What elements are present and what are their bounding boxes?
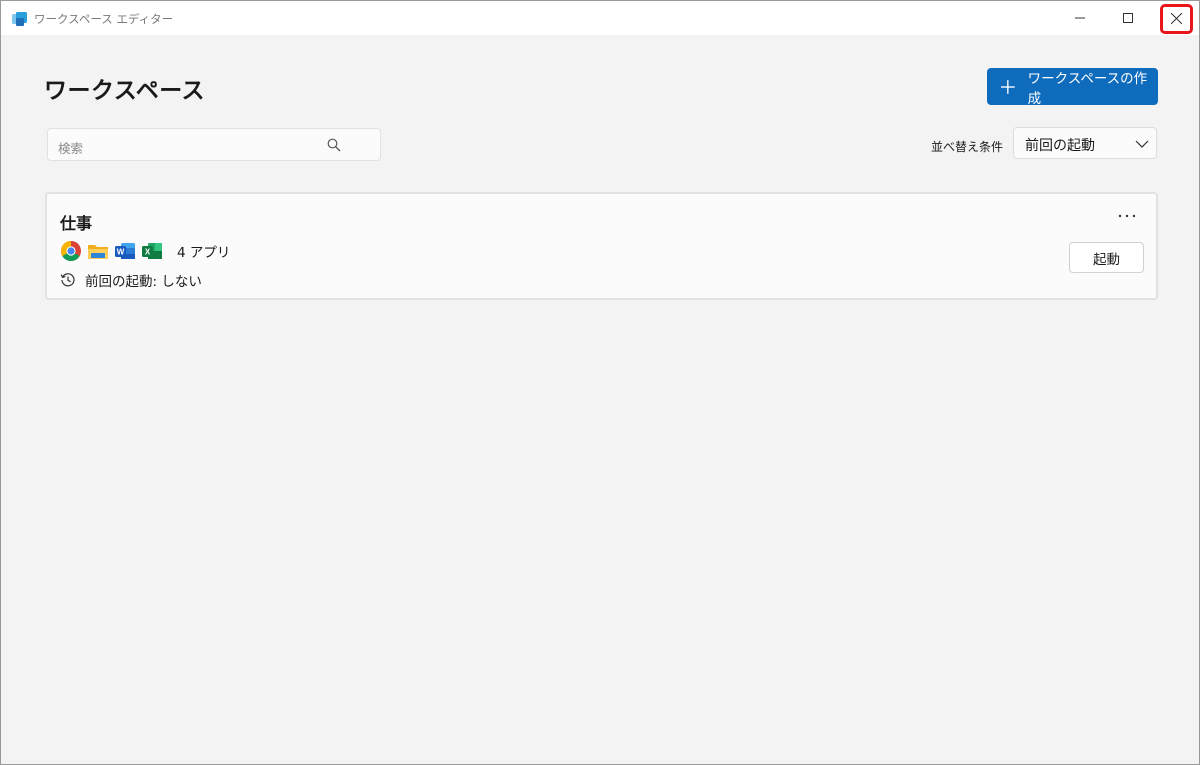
plus-icon bbox=[1000, 79, 1015, 94]
title-bar[interactable]: ワークスペース エディター bbox=[1, 1, 1199, 35]
maximize-icon bbox=[1123, 13, 1133, 23]
last-launched-text: 前回の起動: しない bbox=[85, 274, 202, 290]
last-launched: 前回の起動: しない bbox=[60, 270, 202, 290]
word-icon: W bbox=[115, 243, 135, 259]
sort-selected-value: 前回の起動 bbox=[1025, 138, 1095, 154]
window-title: ワークスペース エディター bbox=[34, 12, 174, 26]
minimize-icon bbox=[1075, 17, 1085, 19]
app-window: ワークスペース エディター ワークスペース ワークスペースの作成 検索 並べ替え… bbox=[0, 0, 1200, 765]
maximize-button[interactable] bbox=[1105, 1, 1151, 35]
history-icon bbox=[60, 273, 75, 287]
sort-label: 並べ替え条件 bbox=[931, 140, 1004, 154]
svg-text:X: X bbox=[145, 248, 151, 257]
workspace-card[interactable]: 仕事 W X 4 アプリ 前回の起動: しない 起動 bbox=[45, 192, 1158, 300]
workspace-apps: W X 4 アプリ bbox=[60, 240, 230, 262]
more-icon bbox=[1118, 214, 1136, 218]
create-workspace-button[interactable]: ワークスペースの作成 bbox=[987, 68, 1158, 107]
file-explorer-icon bbox=[88, 245, 108, 259]
chevron-down-icon bbox=[1135, 140, 1149, 148]
workspace-name: 仕事 bbox=[60, 214, 93, 233]
create-workspace-label: ワークスペースの作成 bbox=[1027, 70, 1148, 107]
search-icon bbox=[327, 138, 341, 152]
more-options-button[interactable] bbox=[1115, 208, 1139, 224]
page-title: ワークスペース bbox=[44, 78, 206, 104]
workspaces-app-icon bbox=[12, 12, 27, 26]
minimize-button[interactable] bbox=[1057, 1, 1103, 35]
sort-dropdown[interactable]: 前回の起動 bbox=[1013, 127, 1157, 159]
launch-button[interactable]: 起動 bbox=[1069, 242, 1144, 273]
search-placeholder: 検索 bbox=[58, 141, 84, 156]
excel-icon: X bbox=[142, 243, 162, 259]
search-input[interactable]: 検索 bbox=[47, 128, 381, 161]
svg-text:W: W bbox=[117, 248, 125, 257]
chrome-icon bbox=[61, 241, 81, 261]
app-count: 4 アプリ bbox=[177, 245, 231, 261]
close-button-highlight bbox=[1160, 4, 1193, 34]
